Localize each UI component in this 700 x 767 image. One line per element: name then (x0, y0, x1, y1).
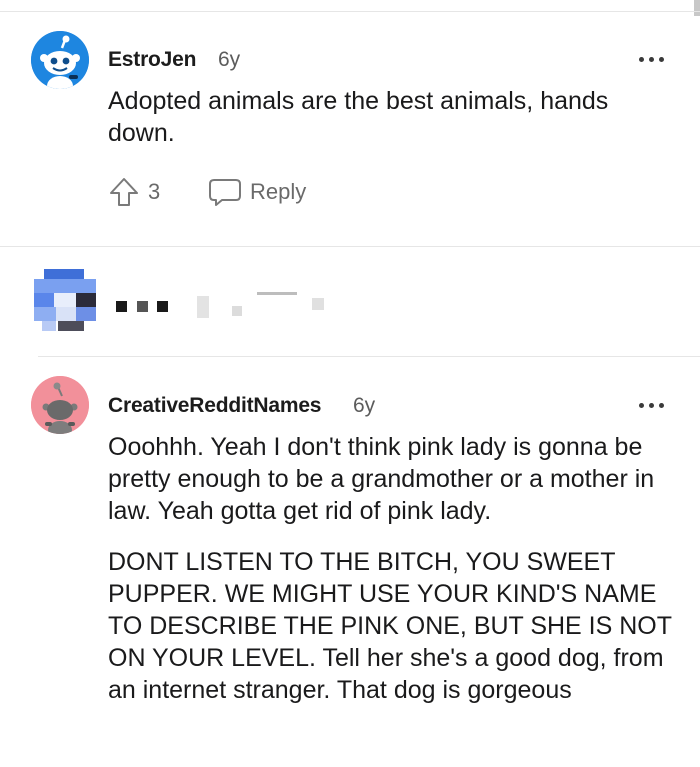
pixelated-avatar-icon (34, 267, 96, 331)
pixelated-username (112, 292, 332, 322)
snoo-avatar-blue-icon[interactable] (31, 31, 89, 89)
speech-bubble-icon (209, 179, 241, 206)
comment-paragraph: Ooohhh. Yeah I don't think pink lady is … (108, 433, 655, 525)
upvote-count: 3 (148, 179, 161, 204)
comment-paragraph: DONT LISTEN TO THE BITCH, YOU SWEET PUPP… (108, 548, 672, 704)
more-options-icon[interactable] (639, 55, 667, 65)
comment-body: Adopted animals are the best animals, ha… (108, 87, 609, 147)
reply-label: Reply (250, 179, 307, 204)
comment-estrojen: EstroJen 6y Adopted animals are the best… (0, 12, 700, 246)
comment-username[interactable]: CreativeRedditNames (108, 394, 321, 418)
redacted-comment (0, 247, 700, 357)
upvote-arrow-icon (110, 178, 138, 206)
reply-button[interactable]: Reply (208, 177, 306, 207)
comment-age: 6y (218, 48, 241, 71)
snoo-avatar-pink-icon[interactable] (31, 376, 89, 434)
upvote-button[interactable]: 3 (108, 177, 160, 207)
comment-creativeredditnames: CreativeRedditNames 6y Ooohhh. Yeah I do… (0, 357, 700, 767)
comment-username[interactable]: EstroJen (108, 48, 196, 72)
more-options-icon[interactable] (639, 401, 667, 411)
comment-age: 6y (353, 394, 376, 417)
